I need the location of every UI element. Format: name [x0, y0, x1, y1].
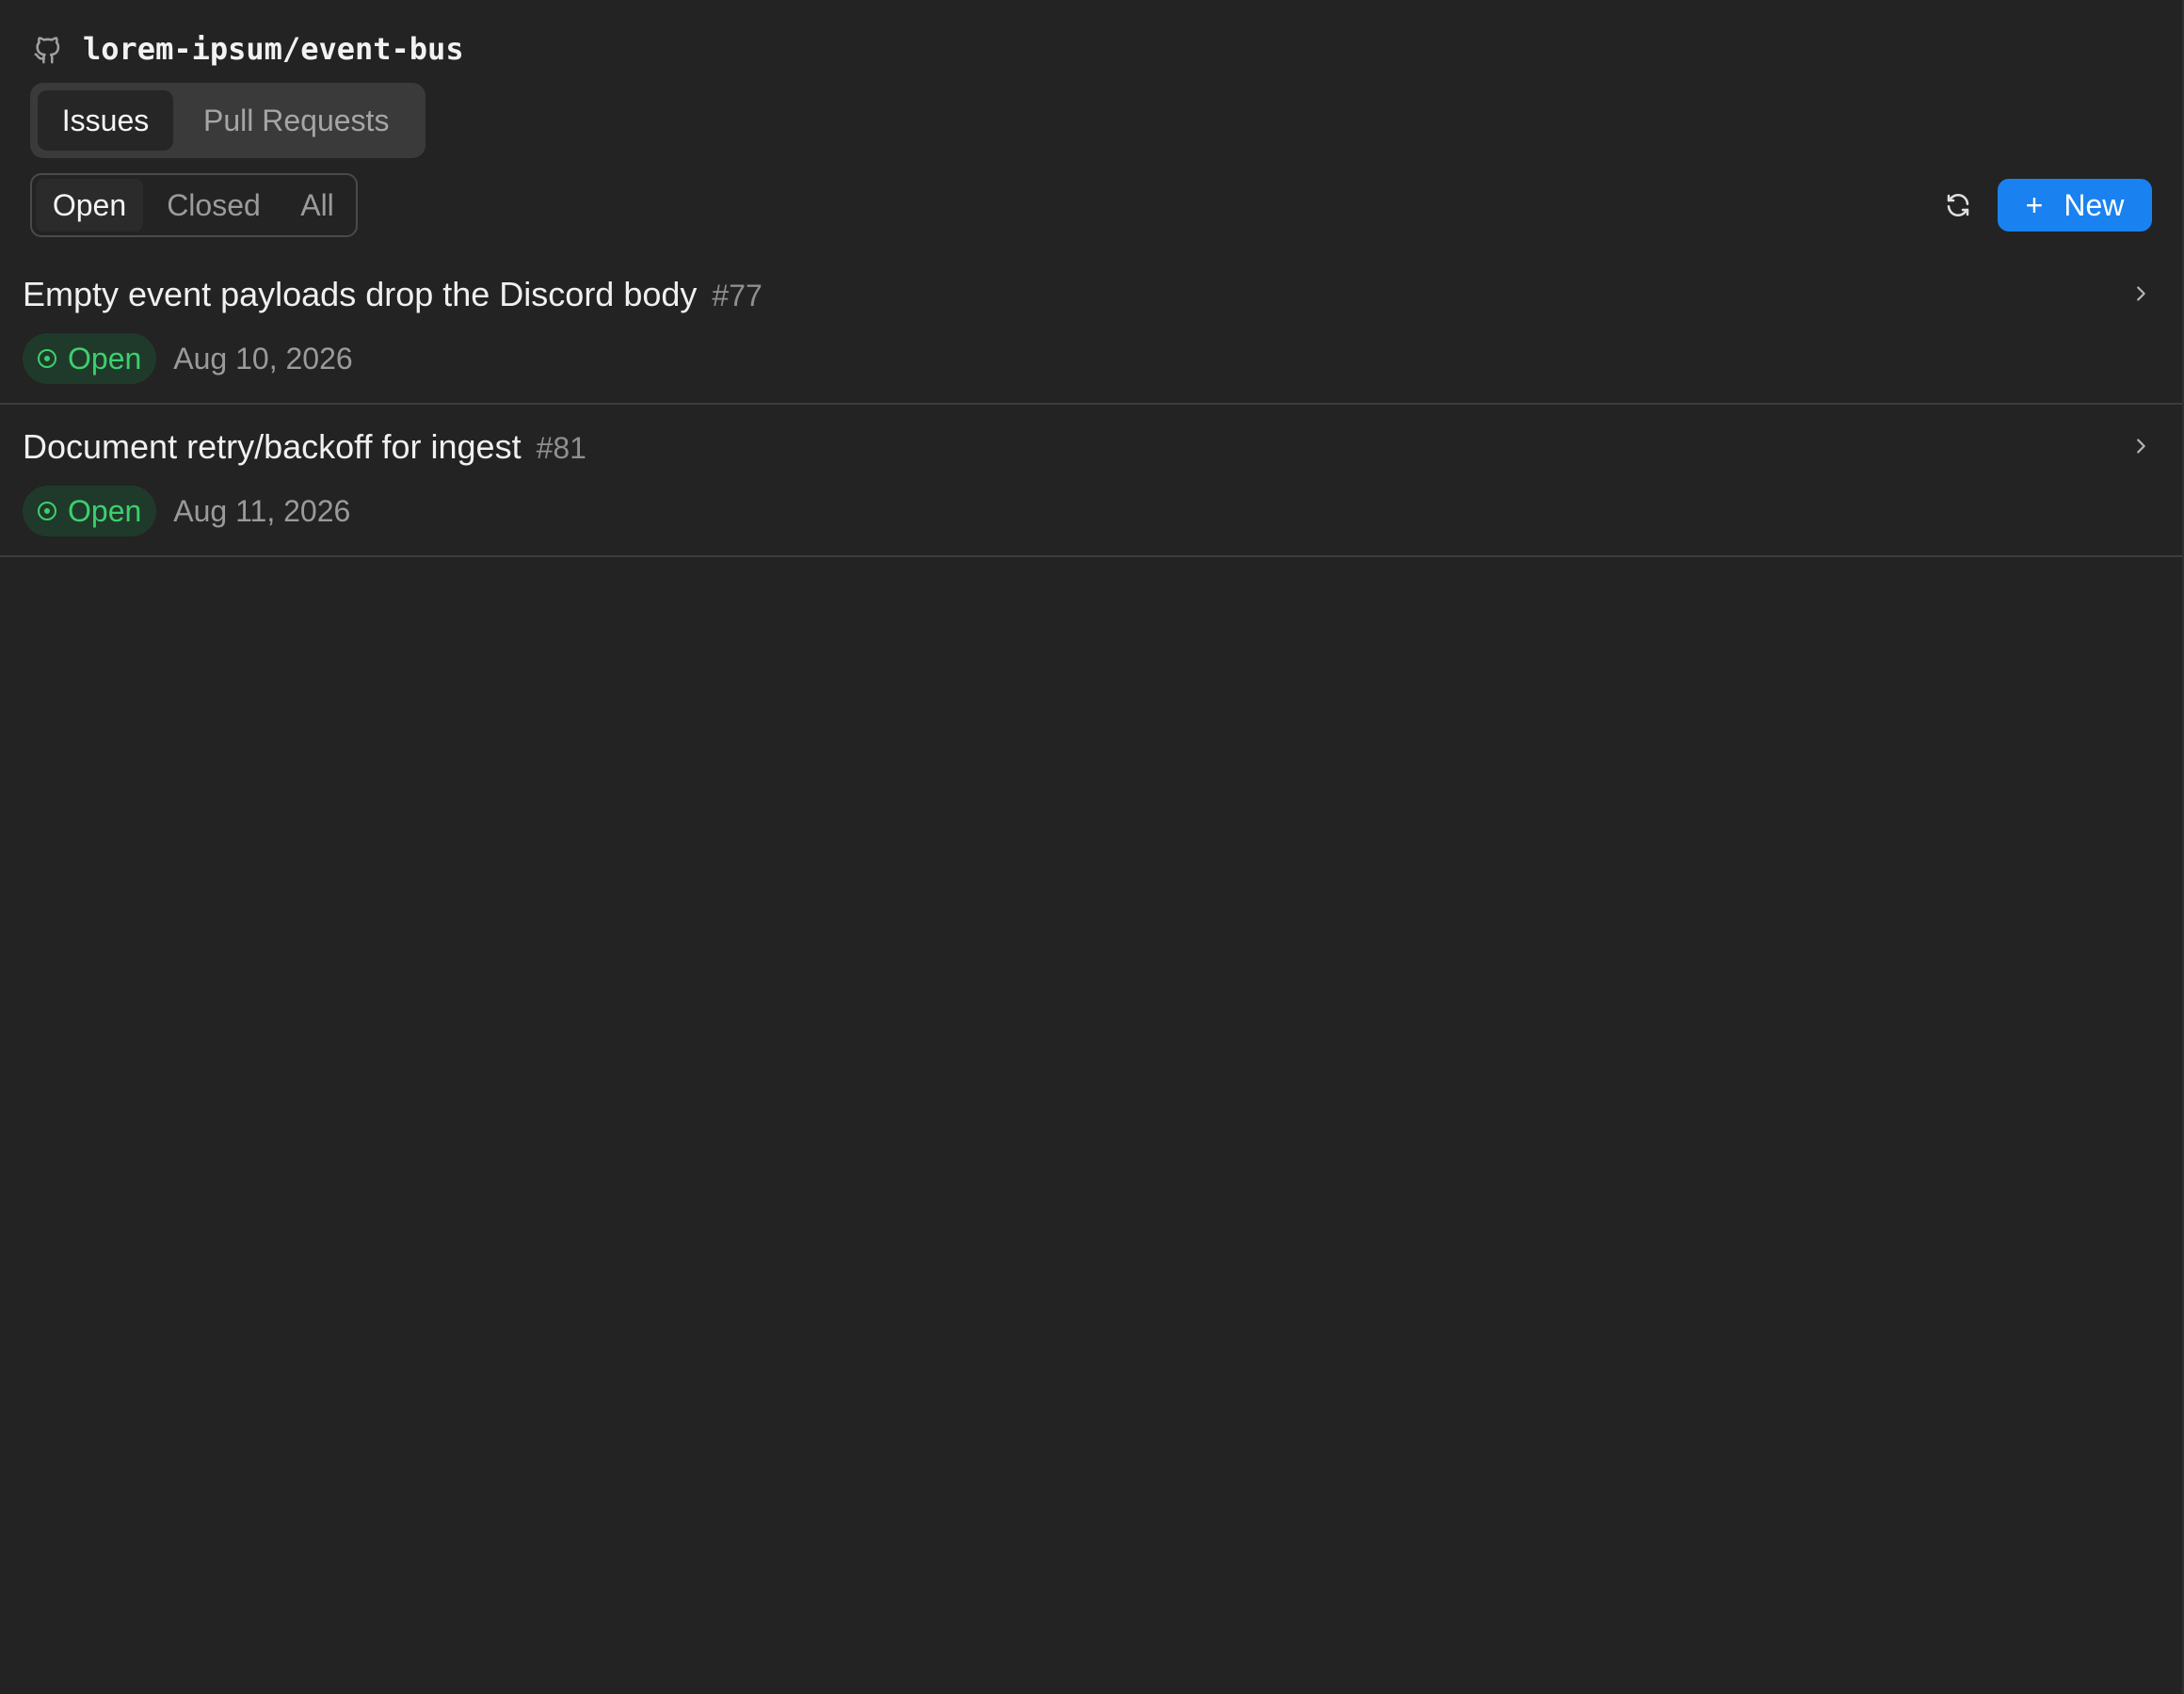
issue-row[interactable]: Empty event payloads drop the Discord bo…	[0, 252, 2184, 405]
issue-date: Aug 10, 2026	[173, 341, 353, 376]
issue-meta: Open Aug 11, 2026	[23, 486, 350, 536]
issue-title-line: Empty event payloads drop the Discord bo…	[23, 275, 763, 314]
status-label: Open	[68, 341, 142, 376]
issue-number: #77	[712, 279, 763, 312]
refresh-icon	[1947, 194, 1969, 216]
issue-title: Empty event payloads drop the Discord bo…	[23, 275, 698, 313]
issue-list: Empty event payloads drop the Discord bo…	[0, 252, 2184, 557]
chevron-right-icon	[2128, 280, 2154, 307]
refresh-button[interactable]	[1937, 184, 1979, 226]
plus-icon: +	[2025, 188, 2044, 222]
filter-all[interactable]: All	[284, 179, 350, 232]
issue-title: Document retry/backoff for ingest	[23, 427, 522, 466]
chevron-right-icon	[2128, 433, 2154, 459]
app-window: lorem-ipsum/event-bus Issues Pull Reques…	[0, 0, 2184, 1694]
repo-header: lorem-ipsum/event-bus	[30, 24, 464, 73]
github-icon	[30, 29, 66, 69]
state-filter: Open Closed All	[30, 173, 358, 237]
tab-issues[interactable]: Issues	[38, 90, 173, 151]
issue-title-line: Document retry/backoff for ingest #81	[23, 427, 586, 467]
issue-open-icon	[36, 347, 58, 370]
issue-number: #81	[536, 431, 586, 465]
filter-open[interactable]: Open	[36, 179, 143, 232]
issue-meta: Open Aug 10, 2026	[23, 333, 353, 384]
new-button-label: New	[2064, 187, 2125, 222]
status-label: Open	[68, 493, 142, 528]
status-badge: Open	[23, 333, 157, 384]
status-badge: Open	[23, 486, 157, 536]
repo-title: lorem-ipsum/event-bus	[83, 31, 464, 67]
new-issue-button[interactable]: + New	[1998, 179, 2152, 232]
issue-date: Aug 11, 2026	[173, 493, 351, 528]
issue-open-icon	[36, 500, 58, 522]
filter-closed[interactable]: Closed	[143, 179, 284, 232]
tab-pull-requests[interactable]: Pull Requests	[173, 90, 411, 151]
issue-row[interactable]: Document retry/backoff for ingest #81 Op…	[0, 405, 2184, 557]
view-tabs: Issues Pull Requests	[30, 83, 426, 158]
